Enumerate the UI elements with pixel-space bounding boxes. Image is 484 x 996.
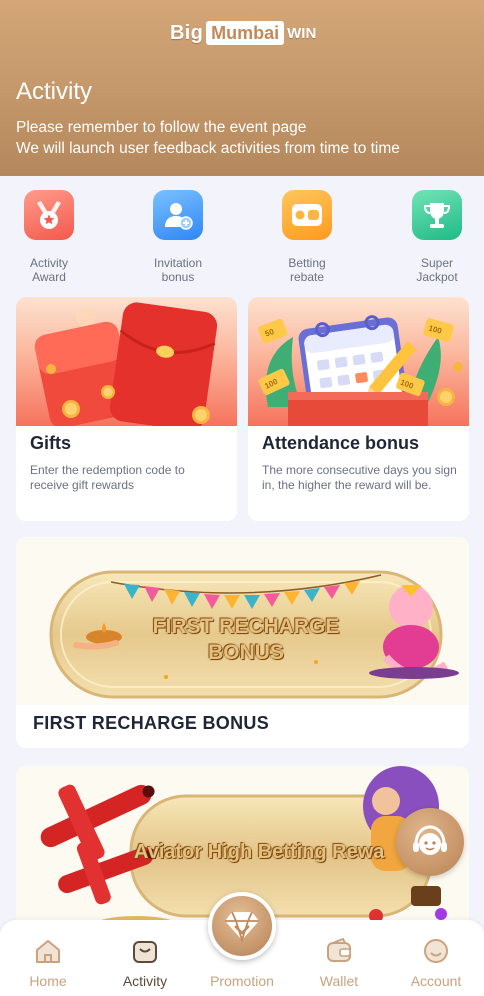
category-label-line2: Jackpot: [416, 270, 458, 284]
user-add-icon: [153, 190, 203, 240]
attendance-illustration: 50 100 100 100: [248, 297, 469, 426]
header-line-2: We will launch user feedback activities …: [16, 140, 400, 157]
tab-wallet[interactable]: Wallet: [291, 920, 387, 996]
page-title: Activity: [16, 78, 93, 105]
trophy-icon: [412, 190, 462, 240]
tab-home-label: Home: [29, 973, 67, 989]
customer-support-button[interactable]: [396, 808, 464, 876]
home-icon: [36, 940, 60, 963]
category-label-line1: Activity: [29, 256, 68, 270]
category-invitation-bonus[interactable]: Invitation bonus: [133, 190, 223, 284]
tab-home[interactable]: Home: [0, 920, 96, 996]
gifts-illustration: [16, 297, 237, 426]
category-label-line2: rebate: [289, 270, 325, 284]
diamond-icon: [225, 911, 259, 943]
first-recharge-image-line1: FIRST RECHARGE: [152, 615, 340, 638]
category-label-line1: Super: [420, 256, 454, 270]
header-description: Please remember to follow the event page…: [16, 117, 400, 159]
category-super-jackpot[interactable]: Super Jackpot: [392, 190, 482, 284]
tab-wallet-label: Wallet: [319, 973, 359, 989]
tab-promotion-label: Promotion: [210, 973, 274, 989]
category-label-line1: Invitation: [153, 256, 203, 270]
page-header: Big Mumbai WIN Activity Please remember …: [0, 0, 484, 176]
tab-activity[interactable]: Activity: [97, 920, 193, 996]
tab-account[interactable]: Account: [388, 920, 484, 996]
wallet-icon: [282, 190, 332, 240]
gifts-description: Enter the redemption code to receive gif…: [30, 463, 185, 492]
promotion-center-button[interactable]: [208, 892, 276, 960]
first-recharge-bonus-banner[interactable]: FIRST RECHARGE BONUS FIRST RECHARGE BONU…: [16, 537, 469, 748]
gifts-title: Gifts: [30, 433, 72, 453]
tab-account-label: Account: [410, 973, 462, 989]
header-line-1: Please remember to follow the event page: [16, 119, 307, 136]
brand-text-big: Big: [170, 21, 204, 44]
attendance-title: Attendance bonus: [262, 433, 420, 453]
first-recharge-illustration: FIRST RECHARGE BONUS: [16, 537, 469, 705]
brand-text-mumbai: Mumbai: [206, 21, 285, 45]
gift-bag-icon: [133, 941, 157, 963]
aviator-image-text: Aviator High Betting Rewa: [134, 841, 385, 863]
wallet-icon: [327, 938, 351, 962]
tab-activity-label: Activity: [122, 973, 168, 989]
first-recharge-image-text: FIRST RECHARGE BONUS: [126, 614, 366, 666]
category-label-line2: bonus: [161, 270, 195, 284]
activity-categories: Activity Award Invitation bonus Betting …: [0, 176, 484, 292]
category-activity-award[interactable]: Activity Award: [4, 190, 94, 284]
category-label-line1: Betting: [288, 256, 326, 270]
medal-icon: [24, 190, 74, 240]
brand-text-win: WIN: [287, 24, 317, 42]
attendance-description: The more consecutive days you sign in, t…: [262, 463, 457, 492]
attendance-bonus-card[interactable]: 50 100 100 100 Attendance bonus The more…: [248, 297, 469, 521]
first-recharge-title: FIRST RECHARGE BONUS: [33, 713, 270, 733]
headset-icon: [413, 825, 447, 855]
gifts-card[interactable]: Gifts Enter the redemption code to recei…: [16, 297, 237, 521]
first-recharge-image-line2: BONUS: [208, 641, 284, 664]
category-betting-rebate[interactable]: Betting rebate: [262, 190, 352, 284]
category-label-line2: Award: [32, 270, 66, 284]
brand-logo: Big Mumbai WIN: [170, 19, 316, 47]
account-icon: [424, 939, 448, 963]
